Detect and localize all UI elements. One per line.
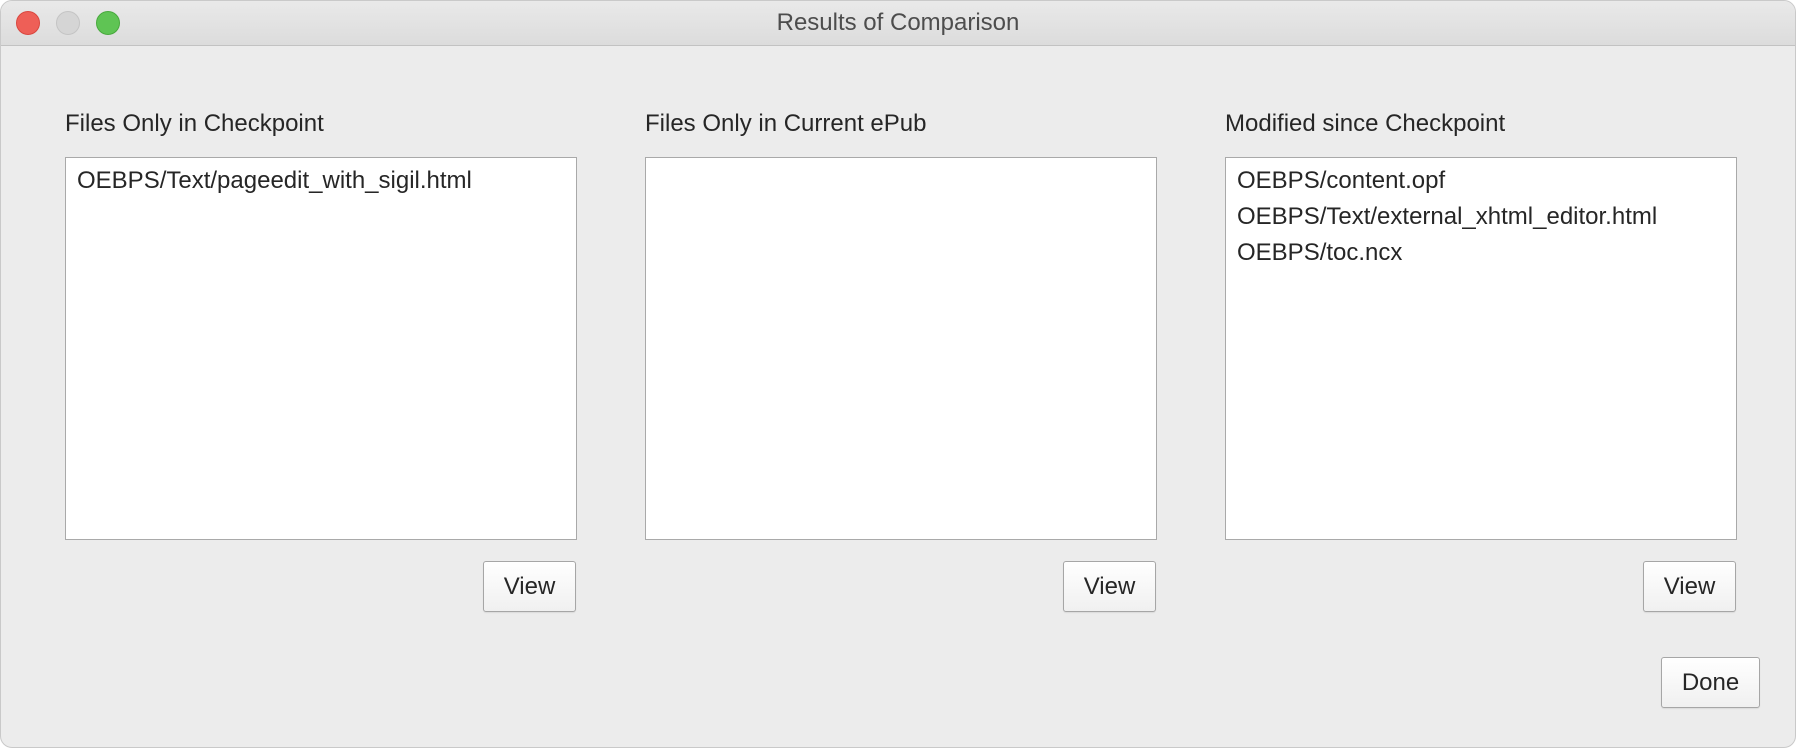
view-current-epub-button[interactable]: View bbox=[1063, 561, 1156, 612]
list-item[interactable]: OEBPS/Text/pageedit_with_sigil.html bbox=[77, 163, 576, 199]
current-epub-files-list[interactable] bbox=[645, 157, 1157, 540]
panel-label-checkpoint: Files Only in Checkpoint bbox=[65, 110, 324, 137]
panel-label-modified: Modified since Checkpoint bbox=[1225, 110, 1506, 137]
list-item[interactable]: OEBPS/toc.ncx bbox=[1237, 235, 1736, 271]
window-title: Results of Comparison bbox=[776, 9, 1020, 36]
view-modified-button[interactable]: View bbox=[1643, 561, 1736, 612]
checkpoint-files-list[interactable]: OEBPS/Text/pageedit_with_sigil.html bbox=[65, 157, 577, 540]
list-item[interactable]: OEBPS/content.opf bbox=[1237, 163, 1736, 199]
list-item[interactable]: OEBPS/Text/external_xhtml_editor.html bbox=[1237, 199, 1736, 235]
done-button[interactable]: Done bbox=[1661, 657, 1760, 708]
modified-files-list[interactable]: OEBPS/content.opf OEBPS/Text/external_xh… bbox=[1225, 157, 1737, 540]
view-checkpoint-button[interactable]: View bbox=[483, 561, 576, 612]
comparison-dialog: Results of Comparison Files Only in Chec… bbox=[0, 0, 1796, 748]
title-bar[interactable]: Results of Comparison bbox=[1, 1, 1795, 46]
panel-label-current-epub: Files Only in Current ePub bbox=[645, 110, 927, 137]
